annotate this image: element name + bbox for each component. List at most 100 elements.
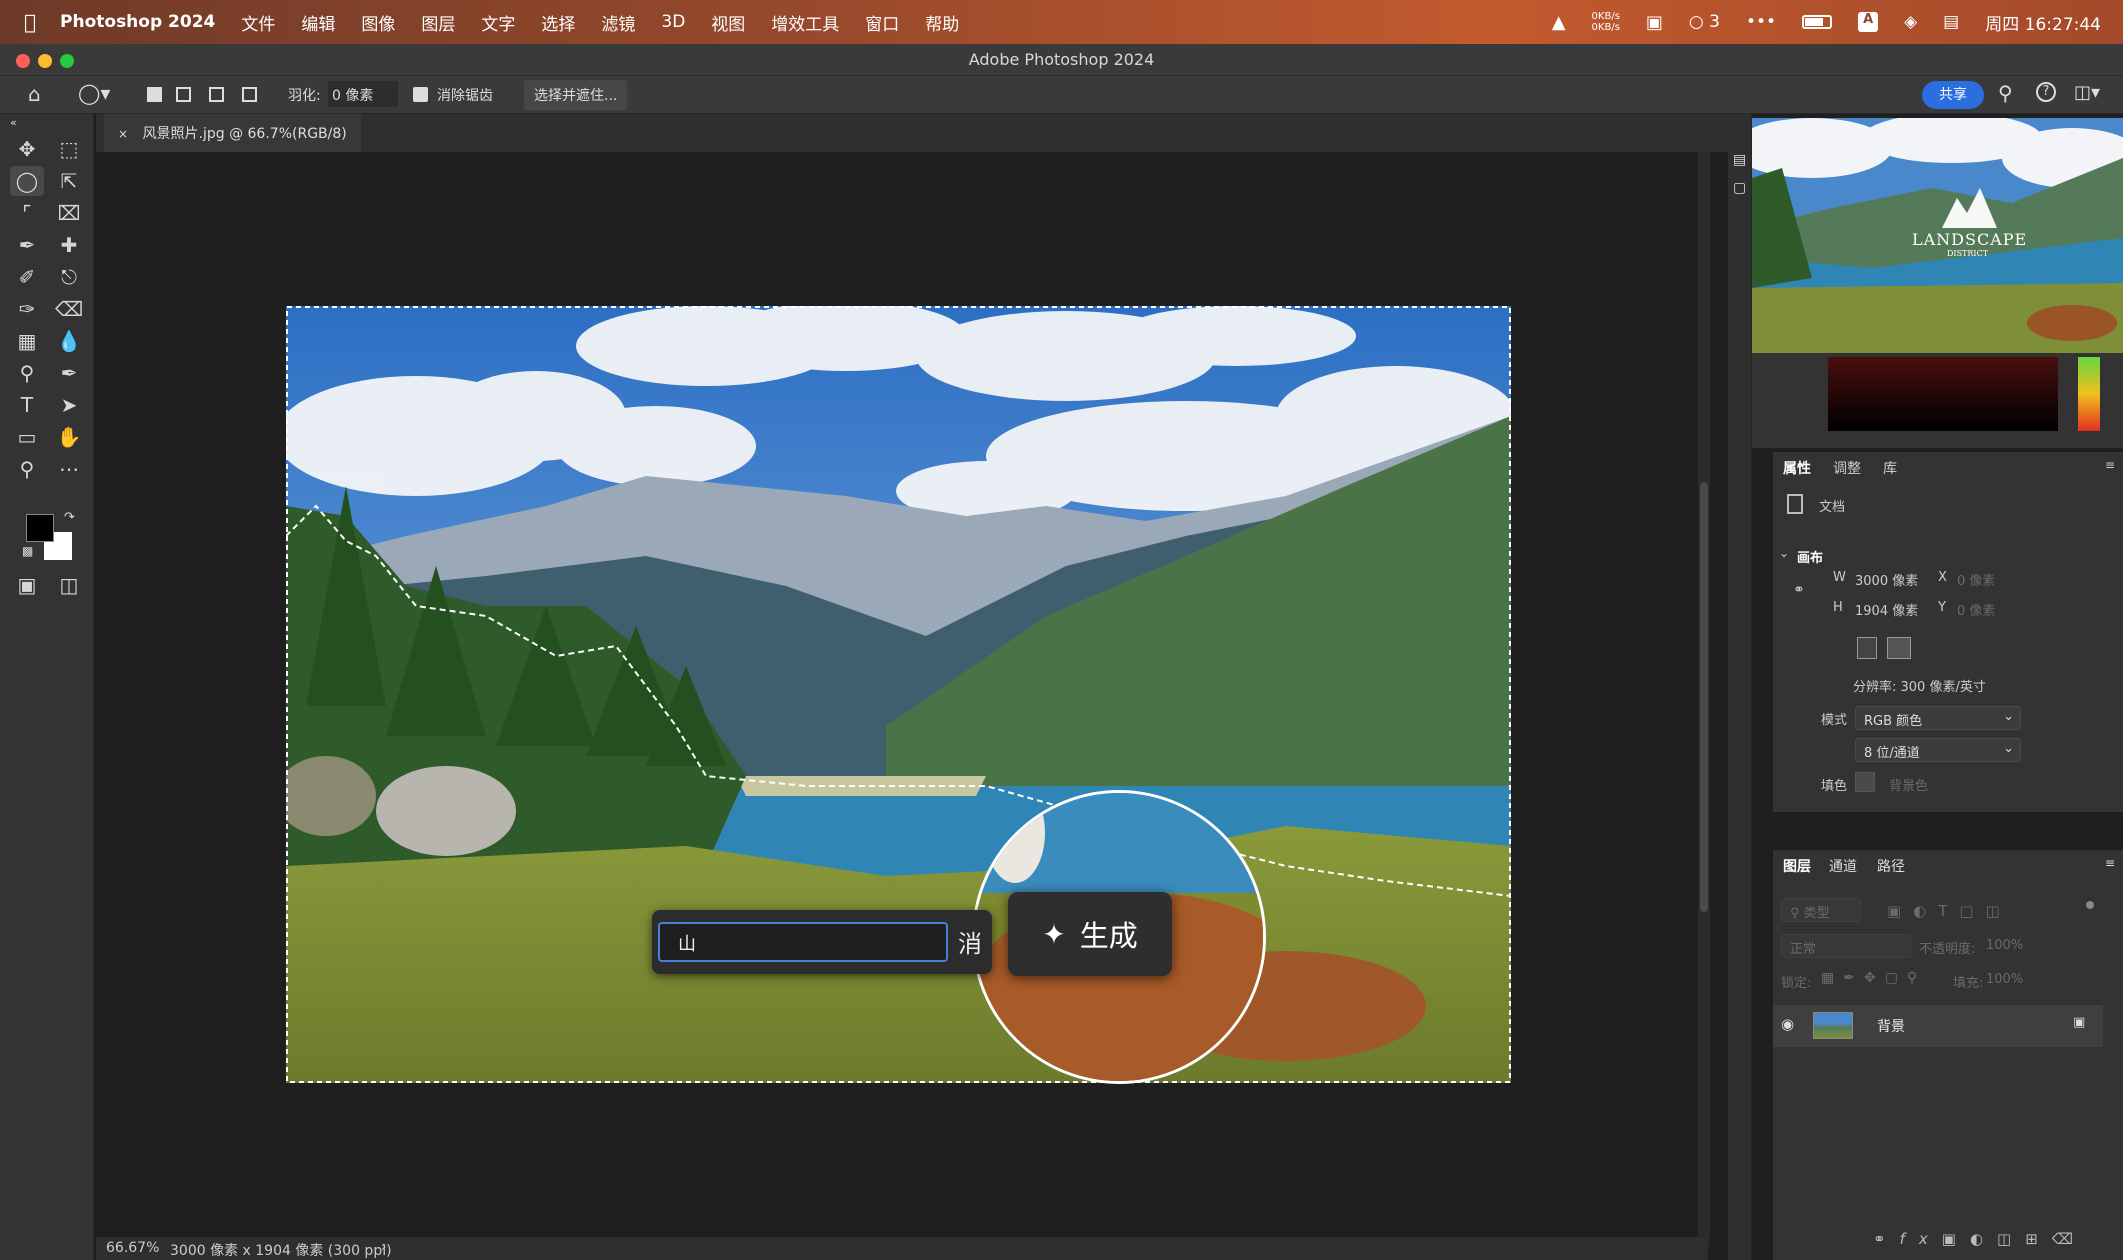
- quick-mask-icon[interactable]: ▣: [10, 570, 44, 600]
- history-icon[interactable]: ▤: [1733, 152, 1746, 168]
- menu-3d[interactable]: 3D: [661, 12, 685, 32]
- frame-tool-icon[interactable]: ⌧: [52, 198, 86, 228]
- app-menu[interactable]: Photoshop 2024: [60, 12, 215, 32]
- menu-filter[interactable]: 滤镜: [601, 10, 635, 35]
- menu-plugins[interactable]: 增效工具: [771, 10, 839, 35]
- menu-select[interactable]: 选择: [541, 10, 575, 35]
- share-button[interactable]: 共享: [1922, 81, 1984, 109]
- path-select-tool-icon[interactable]: ➤: [52, 390, 86, 420]
- document-info[interactable]: 3000 像素 x 1904 像素 (300 ppi): [170, 1240, 392, 1260]
- link-icon[interactable]: ⚭: [1793, 582, 1805, 598]
- eraser-tool-icon[interactable]: ⌫: [52, 294, 86, 324]
- layer-filter-icons[interactable]: ▣◐T□◫: [1887, 902, 2012, 920]
- bit-depth-select[interactable]: 8 位/通道 ⌄: [1855, 738, 2021, 762]
- color-picker-field[interactable]: [1828, 357, 2058, 431]
- new-group-icon[interactable]: ◫: [1997, 1230, 2025, 1248]
- move-tool-icon[interactable]: ✥: [10, 134, 44, 164]
- display-icon[interactable]: ▣: [1646, 12, 1663, 33]
- zoom-tool-icon[interactable]: ⚲: [10, 454, 44, 484]
- height-value[interactable]: 1904 像素: [1855, 600, 1918, 619]
- intersect-selection-icon[interactable]: [242, 87, 257, 102]
- foreground-color-swatch[interactable]: [26, 514, 54, 542]
- more-tools-icon[interactable]: ⋯: [52, 454, 86, 484]
- bell-icon[interactable]: ▲: [1552, 12, 1566, 33]
- landscape-orientation-icon[interactable]: [1887, 637, 1911, 659]
- adjustment-layer-icon[interactable]: ◐: [1970, 1230, 1997, 1248]
- width-value[interactable]: 3000 像素: [1855, 570, 1918, 589]
- wifi-icon[interactable]: ◈: [1904, 12, 1917, 32]
- lasso-preset-icon[interactable]: ◯▾: [78, 81, 110, 105]
- panel-menu-icon[interactable]: ≡: [2105, 856, 2115, 870]
- healing-brush-tool-icon[interactable]: ✚: [52, 230, 86, 260]
- document-tab[interactable]: × 风景照片.jpg @ 66.7%(RGB/8): [104, 114, 361, 152]
- swap-colors-icon[interactable]: ↷: [64, 510, 75, 525]
- subtract-selection-icon[interactable]: [209, 87, 224, 102]
- type-tool-icon[interactable]: T: [10, 390, 44, 420]
- mode-select[interactable]: RGB 颜色 ⌄: [1855, 706, 2021, 730]
- object-select-tool-icon[interactable]: ⇱: [52, 166, 86, 196]
- crop-tool-icon[interactable]: ⌜: [10, 198, 44, 228]
- dodge-tool-icon[interactable]: ⚲: [10, 358, 44, 388]
- menu-file[interactable]: 文件: [241, 10, 275, 35]
- menu-view[interactable]: 视图: [711, 10, 745, 35]
- lock-icons[interactable]: ▦✒✥▢⚲: [1821, 970, 1926, 986]
- menu-help[interactable]: 帮助: [925, 10, 959, 35]
- collapse-icon[interactable]: «: [10, 116, 17, 129]
- apple-icon[interactable]: : [24, 10, 36, 34]
- blur-tool-icon[interactable]: 💧: [52, 326, 86, 356]
- tab-channels[interactable]: 通道: [1829, 856, 1857, 876]
- hue-slider[interactable]: [2078, 357, 2100, 431]
- zoom-level[interactable]: 66.67%: [106, 1240, 159, 1256]
- battery-icon[interactable]: [1802, 15, 1833, 29]
- delete-layer-icon[interactable]: ⌫: [2052, 1230, 2087, 1248]
- tab-paths[interactable]: 路径: [1877, 856, 1905, 876]
- new-selection-icon[interactable]: [147, 87, 162, 102]
- control-center-icon[interactable]: ▤: [1943, 12, 1959, 32]
- select-and-mask-button[interactable]: 选择并遮住...: [524, 80, 628, 110]
- help-icon[interactable]: ?: [2036, 82, 2056, 102]
- menu-edit[interactable]: 编辑: [301, 10, 335, 35]
- clock[interactable]: 周四 16:27:44: [1985, 10, 2101, 35]
- stamp-tool-icon[interactable]: ⎋: [52, 262, 86, 292]
- new-layer-icon[interactable]: ⊞: [2025, 1230, 2052, 1248]
- tab-properties[interactable]: 属性: [1783, 458, 1811, 478]
- link-layers-icon[interactable]: ⚭: [1873, 1230, 1900, 1248]
- screen-mode-icon[interactable]: ◫: [52, 570, 86, 600]
- chat-icon[interactable]: ○ 3: [1689, 12, 1720, 32]
- more-icon[interactable]: •••: [1746, 12, 1776, 32]
- tab-layers[interactable]: 图层: [1783, 856, 1811, 876]
- marquee-tool-icon[interactable]: ⬚: [52, 134, 86, 164]
- canvas-collapse-icon[interactable]: ⌄: [1779, 546, 1789, 560]
- layer-filter-input[interactable]: ⚲ 类型: [1781, 898, 1861, 922]
- filter-toggle-icon[interactable]: [2086, 901, 2094, 909]
- gradient-tool-icon[interactable]: ▦: [10, 326, 44, 356]
- menu-layer[interactable]: 图层: [421, 10, 455, 35]
- navigator-panel[interactable]: LANDSCAPE DISTRICT: [1752, 118, 2123, 353]
- generative-prompt-input[interactable]: 山: [658, 922, 948, 962]
- search-icon[interactable]: ⚲: [1998, 81, 2013, 105]
- pen-tool-icon[interactable]: ✒: [52, 358, 86, 388]
- menu-type[interactable]: 文字: [481, 10, 515, 35]
- default-colors-icon[interactable]: ▩: [22, 544, 33, 558]
- hand-tool-icon[interactable]: ✋: [52, 422, 86, 452]
- generate-button[interactable]: ✦ 生成: [1008, 892, 1172, 976]
- layer-visibility-eye-icon[interactable]: ◉: [1781, 1015, 1794, 1033]
- menu-window[interactable]: 窗口: [865, 10, 899, 35]
- tab-adjustments[interactable]: 调整: [1833, 458, 1861, 478]
- panel-menu-icon[interactable]: ≡: [2105, 458, 2115, 472]
- home-icon[interactable]: ⌂: [28, 82, 41, 106]
- cancel-button[interactable]: 消: [958, 924, 982, 959]
- brush-tool-icon[interactable]: ✐: [10, 262, 44, 292]
- eyedropper-tool-icon[interactable]: ✒: [10, 230, 44, 260]
- input-method-icon[interactable]: A: [1858, 12, 1879, 32]
- add-mask-icon[interactable]: ▣: [1942, 1230, 1970, 1248]
- history-brush-tool-icon[interactable]: ✑: [10, 294, 44, 324]
- vertical-scroll-thumb[interactable]: [1700, 482, 1708, 912]
- feather-input[interactable]: 0 像素: [328, 81, 398, 107]
- portrait-orientation-icon[interactable]: [1857, 637, 1877, 659]
- lasso-tool-icon[interactable]: ◯: [10, 166, 44, 196]
- fx-icon[interactable]: fx: [1900, 1230, 1942, 1248]
- add-selection-icon[interactable]: [176, 87, 191, 102]
- rectangle-tool-icon[interactable]: ▭: [10, 422, 44, 452]
- tab-libraries[interactable]: 库: [1883, 458, 1897, 478]
